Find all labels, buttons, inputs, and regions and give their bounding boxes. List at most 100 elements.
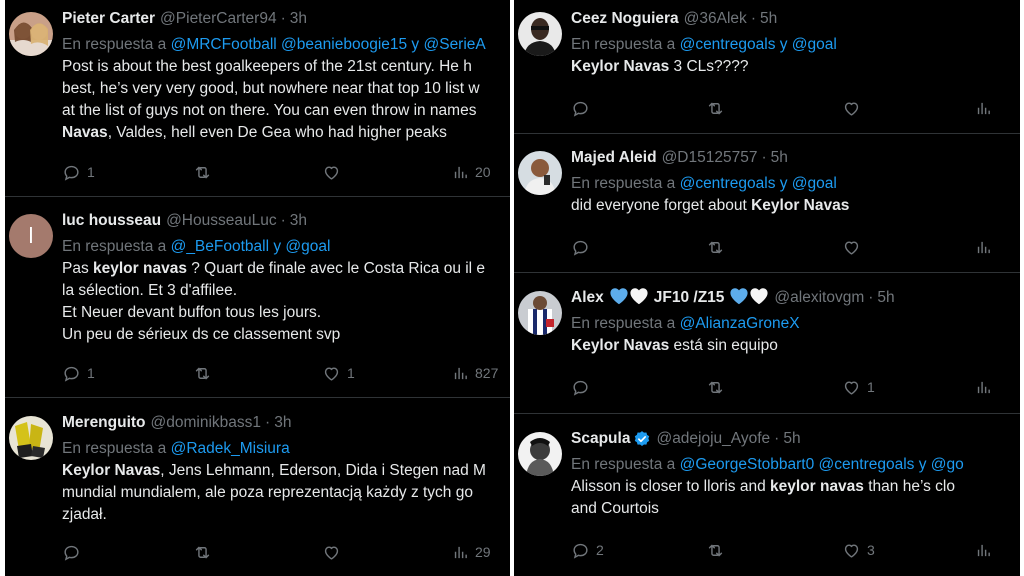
like-button[interactable] [322,541,347,563]
tweet-actions [571,97,1020,119]
user-handle[interactable]: @adejoju_Ayofe [656,429,770,449]
name-emojis [609,288,649,308]
user-handle[interactable]: @HousseauLuc [166,211,277,231]
tweet-text-line: zjadał. [62,504,510,526]
retweet-button[interactable] [705,376,732,398]
tweet-divider [514,413,1020,414]
text-segment: at the list of guys not on there. You ca… [62,102,477,119]
reply-mentions[interactable]: @centregoals y @goal [680,36,837,53]
text-segment: Post is about the best goalkeepers of th… [62,58,472,75]
views-button[interactable] [975,376,998,398]
timestamp[interactable]: 3h [274,413,291,433]
reply-icon [573,380,588,396]
reply-button[interactable] [571,97,596,119]
reply-context: En respuesta a @MRCFootball @beanieboogi… [62,34,510,56]
reply-button[interactable] [571,236,596,258]
views-icon [454,367,467,379]
tweet-actions: 1 [571,376,1020,398]
user-handle[interactable]: @36Alek [684,9,747,29]
tweet-actions: 1 20 [62,161,510,183]
like-button[interactable]: 3 [842,539,875,561]
retweet-icon [195,166,210,178]
separator-dot: · [774,430,780,447]
views-count: 827 [475,365,499,381]
highlighted-text: Keylor Navas [751,197,850,214]
timestamp[interactable]: 5h [877,288,894,308]
user-handle[interactable]: @alexitovgm [774,288,864,308]
reply-mentions[interactable]: @_BeFootball y @goal [171,238,331,255]
text-segment: 3 CLs???? [669,58,749,75]
views-button[interactable] [975,539,998,561]
display-name[interactable]: Scapula [571,429,630,449]
timestamp[interactable]: 3h [290,211,307,231]
like-button[interactable]: 1 [842,376,875,398]
views-button[interactable]: 29 [452,541,491,563]
user-handle[interactable]: @dominikbass1 [151,413,262,433]
retweet-button[interactable] [705,236,732,258]
reply-button[interactable] [62,541,87,563]
avatar[interactable] [518,151,562,195]
timestamp[interactable]: 3h [290,9,307,29]
retweet-button[interactable] [705,539,732,561]
avatar[interactable] [518,291,562,335]
display-name-suffix[interactable]: JF10 /Z15 [654,288,725,308]
display-name[interactable]: Majed Aleid [571,148,657,168]
retweet-button[interactable] [192,362,219,384]
display-name[interactable]: Ceez Noguiera [571,9,679,29]
reply-mentions[interactable]: @centregoals y @goal [680,175,837,192]
user-handle[interactable]: @PieterCarter94 [160,9,277,29]
tweet-divider [5,196,510,197]
reply-mentions[interactable]: @MRCFootball @beanieboogie15 y @SerieA [171,36,486,53]
views-button[interactable] [975,97,998,119]
retweet-icon [708,241,723,253]
views-button[interactable]: 20 [452,161,491,183]
like-button[interactable]: 1 [322,362,355,384]
tweet-text-line: and Courtois [571,498,1020,520]
retweet-button[interactable] [192,541,219,563]
reply-mentions[interactable]: @Radek_Misiura [171,440,290,457]
like-button[interactable] [842,97,867,119]
timestamp[interactable]: 5h [771,148,788,168]
reply-context: En respuesta a @AlianzaGroneX [571,313,1020,335]
avatar[interactable] [518,12,562,56]
tweet-text-line: Un peu de sérieux ds ce classement svp [62,324,510,346]
reply-button[interactable] [571,376,596,398]
avatar[interactable] [9,12,53,56]
avatar[interactable] [518,432,562,476]
timestamp[interactable]: 5h [760,9,777,29]
display-name[interactable]: Pieter Carter [62,9,155,29]
reply-prefix: En respuesta a [571,456,680,473]
reply-count: 2 [596,542,604,558]
separator-dot: · [280,10,286,27]
highlighted-text: keylor navas [770,478,864,495]
display-name[interactable]: Merenguito [62,413,146,433]
tweet-divider [514,272,1020,273]
separator-dot: · [265,414,271,431]
white-heart-icon [750,288,768,305]
tweet-text: Keylor Navas, Jens Lehmann, Ederson, Did… [62,460,510,526]
display-name[interactable]: luc housseau [62,211,161,231]
reply-icon [573,101,588,117]
retweet-button[interactable] [705,97,732,119]
text-segment: did everyone forget about [571,197,752,214]
reply-context: En respuesta a @_BeFootball y @goal [62,236,510,258]
user-handle[interactable]: @D15125757 [662,148,758,168]
views-button[interactable]: 827 [452,362,498,384]
like-count: 1 [347,365,355,381]
display-name[interactable]: Alex [571,288,604,308]
timestamp[interactable]: 5h [783,429,800,449]
text-segment: Pas [62,260,94,277]
reply-button[interactable]: 2 [571,539,604,561]
views-button[interactable] [975,236,998,258]
retweet-button[interactable] [192,161,219,183]
reply-mentions[interactable]: @AlianzaGroneX [680,315,800,332]
tweet-divider [5,397,510,398]
like-button[interactable] [322,161,347,183]
reply-button[interactable]: 1 [62,362,95,384]
reply-mentions[interactable]: @GeorgeStobbart0 @centregoals y @go [680,456,964,473]
reply-button[interactable]: 1 [62,161,95,183]
avatar[interactable]: l [9,214,53,258]
reply-prefix: En respuesta a [62,238,171,255]
like-button[interactable] [842,236,867,258]
avatar[interactable] [9,416,53,460]
